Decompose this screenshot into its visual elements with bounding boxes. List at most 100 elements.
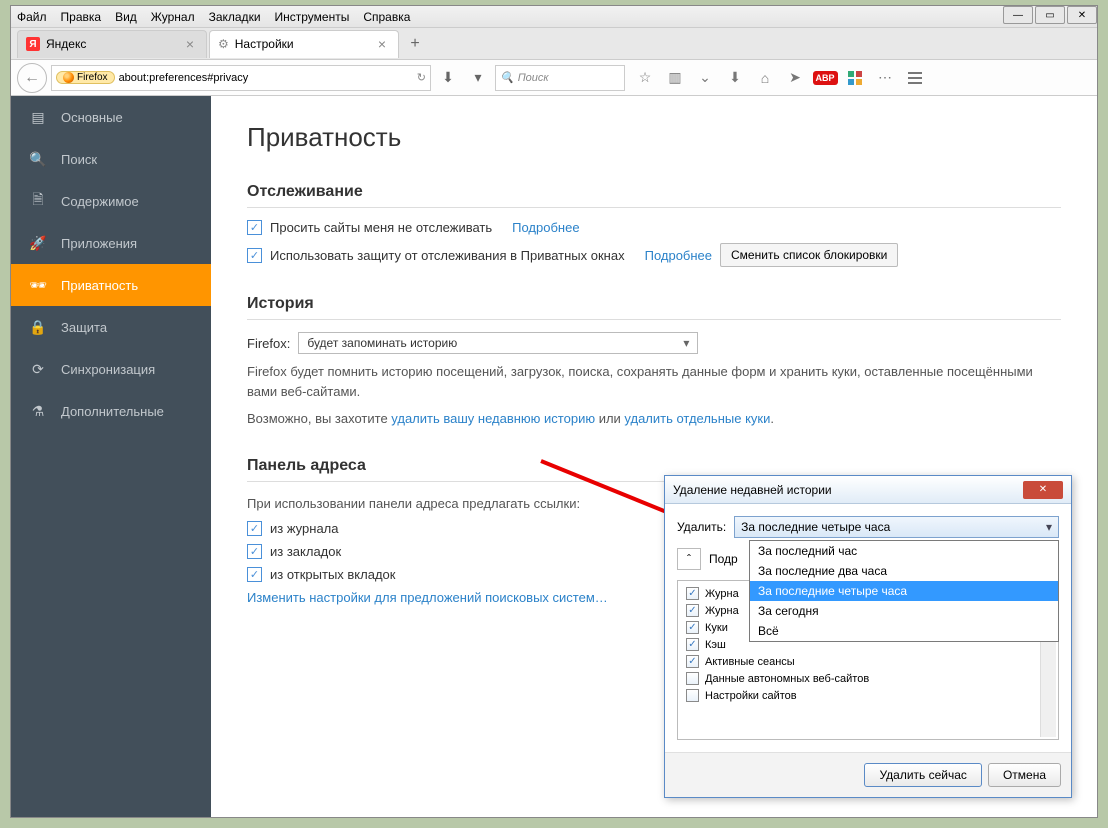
- menu-bar: Файл Правка Вид Журнал Закладки Инструме…: [11, 6, 1097, 28]
- suggest-bookmarks-checkbox[interactable]: [247, 544, 262, 559]
- tracking-protection-checkbox[interactable]: [247, 248, 262, 263]
- library-icon[interactable]: ▥: [663, 66, 687, 90]
- reload-icon[interactable]: ↻: [417, 71, 426, 84]
- suggest-history-checkbox[interactable]: [247, 521, 262, 536]
- more-icon[interactable]: ⋯: [873, 66, 897, 90]
- identity-badge[interactable]: Firefox: [56, 71, 115, 84]
- dropdown-option[interactable]: За последние два часа: [750, 561, 1058, 581]
- tab-close-icon[interactable]: ×: [182, 36, 198, 52]
- sidebar-item-sync[interactable]: ⟳Синхронизация: [11, 348, 211, 390]
- tab-settings[interactable]: ⚙ Настройки ×: [209, 30, 399, 58]
- star-icon[interactable]: ☆: [633, 66, 657, 90]
- download-icon[interactable]: ⬇: [723, 66, 747, 90]
- dropdown-option[interactable]: Всё: [750, 621, 1058, 641]
- menu-bookmarks[interactable]: Закладки: [209, 10, 261, 24]
- delete-now-button[interactable]: Удалить сейчас: [864, 763, 981, 787]
- menu-view[interactable]: Вид: [115, 10, 137, 24]
- item-checkbox[interactable]: [686, 587, 699, 600]
- item-checkbox[interactable]: [686, 621, 699, 634]
- dropdown-option-selected[interactable]: За последние четыре часа: [750, 581, 1058, 601]
- cancel-button[interactable]: Отмена: [988, 763, 1061, 787]
- time-range-select[interactable]: За последние четыре часа: [734, 516, 1059, 538]
- download-icon[interactable]: ⬇: [435, 65, 461, 91]
- clear-cookies-link[interactable]: удалить отдельные куки: [624, 411, 770, 426]
- window-close-button[interactable]: ✕: [1067, 6, 1097, 24]
- pocket-icon[interactable]: ⌄: [693, 66, 717, 90]
- suggest-opentabs-checkbox[interactable]: [247, 567, 262, 582]
- details-toggle-button[interactable]: ˆ: [677, 548, 701, 570]
- item-label: Журна: [705, 605, 739, 617]
- privacy-icon: 🕶: [29, 276, 47, 294]
- tracking-heading: Отслеживание: [247, 183, 1061, 208]
- menu-file[interactable]: Файл: [17, 10, 47, 24]
- item-label: Данные автономных веб-сайтов: [705, 673, 869, 685]
- dialog-close-button[interactable]: ✕: [1023, 481, 1063, 499]
- item-checkbox[interactable]: [686, 672, 699, 685]
- advanced-icon: ⚗: [29, 402, 47, 420]
- item-label: Настройки сайтов: [705, 690, 797, 702]
- tab-close-icon[interactable]: ×: [374, 36, 390, 52]
- preferences-sidebar: ▤Основные 🔍Поиск 🗎Содержимое 🚀Приложения…: [11, 96, 211, 817]
- dropdown-option[interactable]: За сегодня: [750, 601, 1058, 621]
- dropdown-option[interactable]: За последний час: [750, 541, 1058, 561]
- history-heading: История: [247, 295, 1061, 320]
- sidebar-item-general[interactable]: ▤Основные: [11, 96, 211, 138]
- menu-history[interactable]: Журнал: [151, 10, 195, 24]
- firefox-label: Firefox:: [247, 336, 290, 351]
- learn-more-link[interactable]: Подробнее: [645, 248, 712, 263]
- search-bar[interactable]: 🔍Поиск: [495, 65, 625, 91]
- clear-history-dialog: Удаление недавней истории ✕ Удалить: За …: [664, 475, 1072, 798]
- menu-edit[interactable]: Правка: [61, 10, 102, 24]
- item-checkbox[interactable]: [686, 638, 699, 651]
- item-checkbox[interactable]: [686, 655, 699, 668]
- abp-icon[interactable]: ABP: [813, 66, 837, 90]
- menu-icon[interactable]: [903, 66, 927, 90]
- history-mode-select[interactable]: будет запоминать историю: [298, 332, 698, 354]
- lock-icon: 🔒: [29, 318, 47, 336]
- dialog-buttons: Удалить сейчас Отмена: [665, 752, 1071, 797]
- clear-history-link[interactable]: удалить вашу недавнюю историю: [391, 411, 595, 426]
- dropdown-icon[interactable]: ▾: [465, 65, 491, 91]
- item-label: Журна: [705, 588, 739, 600]
- learn-more-link[interactable]: Подробнее: [512, 220, 579, 235]
- tracking-protection-label: Использовать защиту от отслеживания в Пр…: [270, 248, 625, 263]
- sidebar-item-privacy[interactable]: 🕶Приватность: [11, 264, 211, 306]
- do-not-track-checkbox[interactable]: [247, 220, 262, 235]
- details-label: Подр: [709, 552, 738, 566]
- sidebar-item-advanced[interactable]: ⚗Дополнительные: [11, 390, 211, 432]
- time-range-label: Удалить:: [677, 520, 726, 534]
- page-title: Приватность: [247, 122, 1061, 153]
- change-blocklist-button[interactable]: Сменить список блокировки: [720, 243, 898, 267]
- dialog-body: Удалить: За последние четыре часа За пос…: [665, 504, 1071, 752]
- history-links: Возможно, вы захотите удалить вашу недав…: [247, 409, 1061, 429]
- send-icon[interactable]: ➤: [783, 66, 807, 90]
- url-bar[interactable]: Firefox about:preferences#privacy ↻: [51, 65, 431, 91]
- sidebar-item-search[interactable]: 🔍Поиск: [11, 138, 211, 180]
- url-text: about:preferences#privacy: [119, 72, 249, 84]
- sidebar-item-content[interactable]: 🗎Содержимое: [11, 180, 211, 222]
- gear-icon: ⚙: [218, 37, 229, 51]
- dialog-titlebar[interactable]: Удаление недавней истории ✕: [665, 476, 1071, 504]
- tab-yandex[interactable]: Я Яндекс ×: [17, 30, 207, 58]
- suggest-bookmarks-label: из закладок: [270, 544, 341, 559]
- item-checkbox[interactable]: [686, 604, 699, 617]
- home-icon[interactable]: ⌂: [753, 66, 777, 90]
- menu-help[interactable]: Справка: [363, 10, 410, 24]
- grid-icon[interactable]: [843, 66, 867, 90]
- sidebar-item-security[interactable]: 🔒Защита: [11, 306, 211, 348]
- menu-tools[interactable]: Инструменты: [275, 10, 350, 24]
- search-suggestions-link[interactable]: Изменить настройки для предложений поиск…: [247, 590, 608, 605]
- maximize-button[interactable]: ▭: [1035, 6, 1065, 24]
- toolbar-icons: ☆ ▥ ⌄ ⬇ ⌂ ➤ ABP ⋯: [633, 66, 927, 90]
- window-controls: — ▭ ✕: [1001, 6, 1097, 24]
- suggest-history-label: из журнала: [270, 521, 339, 536]
- history-description: Firefox будет помнить историю посещений,…: [247, 362, 1061, 401]
- navigation-bar: ← Firefox about:preferences#privacy ↻ ⬇ …: [11, 60, 1097, 96]
- minimize-button[interactable]: —: [1003, 6, 1033, 24]
- sidebar-item-apps[interactable]: 🚀Приложения: [11, 222, 211, 264]
- item-checkbox[interactable]: [686, 689, 699, 702]
- content-icon: 🗎: [29, 192, 47, 210]
- new-tab-button[interactable]: +: [401, 35, 429, 53]
- suggest-opentabs-label: из открытых вкладок: [270, 567, 395, 582]
- back-button[interactable]: ←: [17, 63, 47, 93]
